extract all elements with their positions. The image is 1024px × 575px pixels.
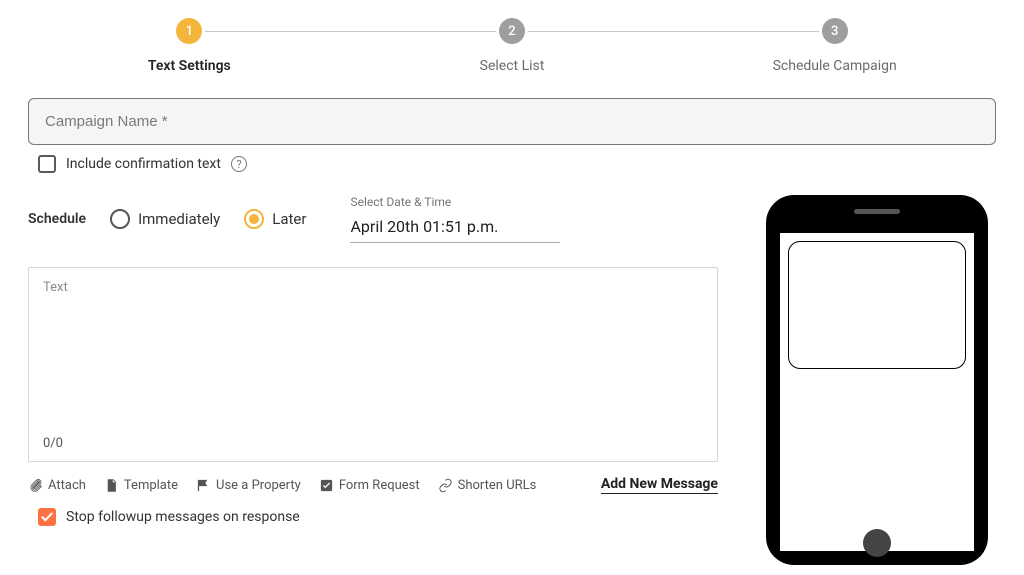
attach-label: Attach (48, 478, 86, 493)
radio-immediately[interactable] (110, 209, 130, 229)
step-3[interactable]: 3 Schedule Campaign (673, 18, 996, 74)
stepper: 1 Text Settings 2 Select List 3 Schedule… (28, 18, 996, 74)
stop-followup-checkbox[interactable] (38, 508, 56, 526)
schedule-label: Schedule (28, 211, 86, 227)
form-request-label: Form Request (339, 478, 420, 493)
add-new-message-link[interactable]: Add New Message (601, 476, 718, 494)
datetime-label: Select Date & Time (350, 195, 560, 209)
radio-later[interactable] (244, 209, 264, 229)
datetime-value[interactable]: April 20th 01:51 p.m. (350, 213, 560, 243)
shorten-urls-label: Shorten URLs (458, 478, 537, 493)
link-icon (438, 478, 453, 493)
document-icon (104, 478, 119, 493)
schedule-later-option[interactable]: Later (244, 209, 306, 229)
include-confirmation-checkbox[interactable] (38, 155, 56, 173)
template-action[interactable]: Template (104, 478, 178, 493)
paperclip-icon (28, 478, 43, 493)
datetime-picker[interactable]: Select Date & Time April 20th 01:51 p.m. (350, 195, 560, 243)
step-2-label: Select List (480, 58, 545, 74)
include-confirmation-label: Include confirmation text (66, 156, 221, 172)
stop-followup-label: Stop followup messages on response (66, 509, 300, 525)
use-property-action[interactable]: Use a Property (196, 478, 301, 493)
template-label: Template (124, 478, 178, 493)
text-placeholder: Text (43, 280, 703, 295)
attach-action[interactable]: Attach (28, 478, 86, 493)
radio-later-label: Later (272, 210, 306, 228)
schedule-row: Schedule Immediately Later Select Date &… (28, 195, 718, 243)
help-icon[interactable]: ? (231, 156, 247, 172)
actions-row: Attach Template Use a Property (28, 476, 718, 494)
phone-home-button (863, 529, 891, 557)
text-counter: 0/0 (43, 436, 703, 451)
include-confirmation-row: Include confirmation text ? (28, 155, 996, 173)
message-text-area[interactable]: Text 0/0 (28, 267, 718, 462)
step-2-circle: 2 (499, 18, 525, 44)
step-1-label: Text Settings (148, 58, 231, 74)
phone-preview (766, 195, 988, 565)
radio-immediately-label: Immediately (138, 210, 220, 228)
message-bubble (788, 241, 966, 369)
form-request-action[interactable]: Form Request (319, 478, 420, 493)
shorten-urls-action[interactable]: Shorten URLs (438, 478, 537, 493)
step-3-circle: 3 (822, 18, 848, 44)
checkbox-icon (319, 478, 334, 493)
schedule-immediately-option[interactable]: Immediately (110, 209, 220, 229)
step-3-label: Schedule Campaign (773, 58, 897, 74)
phone-speaker (854, 209, 900, 214)
step-1-circle: 1 (176, 18, 202, 44)
step-1[interactable]: 1 Text Settings (28, 18, 351, 74)
stop-followup-row: Stop followup messages on response (28, 508, 718, 526)
phone-screen (780, 233, 974, 551)
campaign-name-input[interactable] (28, 98, 996, 145)
step-2[interactable]: 2 Select List (351, 18, 674, 74)
flag-icon (196, 478, 211, 493)
use-property-label: Use a Property (216, 478, 301, 493)
